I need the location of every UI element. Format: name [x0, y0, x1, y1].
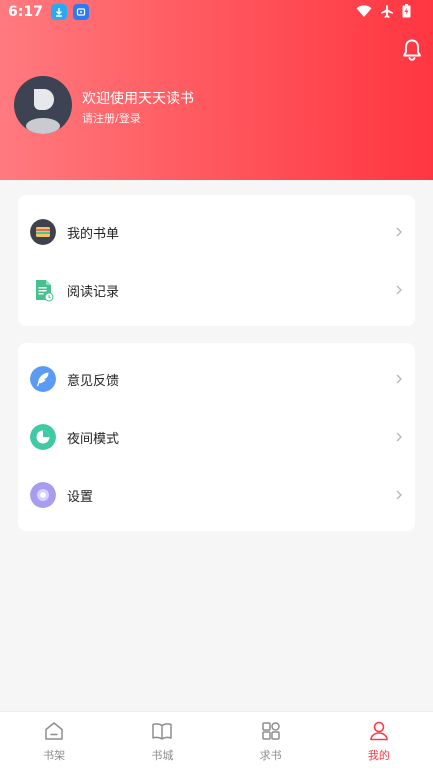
tab-label: 书城: [151, 749, 174, 762]
menu-item-reading-record[interactable]: 阅读记录: [18, 261, 415, 319]
chevron-right-icon: [396, 374, 402, 384]
chevron-right-icon: [396, 285, 402, 295]
menu-item-settings[interactable]: 设置: [18, 466, 415, 524]
status-time: 6:17: [8, 4, 43, 20]
register-login-link[interactable]: 请注册/登录: [82, 110, 141, 126]
menu-item-label: 夜间模式: [67, 431, 120, 447]
menu-item-label: 设置: [67, 489, 94, 505]
reading-record-icon: [36, 280, 54, 302]
notification-bell-icon[interactable]: [401, 38, 423, 62]
tab-mine[interactable]: 我的: [325, 712, 433, 770]
menu-card-library: 我的书单 阅读记录: [18, 195, 415, 326]
profile-header: 6:17 欢迎使用天天读书 请注册/登录: [0, 0, 433, 180]
menu-item-label: 我的书单: [67, 226, 120, 242]
tab-label: 求书: [259, 749, 282, 762]
download-notification-icon: [50, 4, 67, 20]
tab-bookstore[interactable]: 书城: [108, 712, 216, 770]
tab-label: 我的: [367, 749, 390, 762]
app-notification-icon: [72, 4, 89, 20]
menu-item-label: 意见反馈: [67, 373, 120, 389]
battery-charging-icon: [402, 4, 411, 18]
tab-label: 书架: [43, 749, 66, 762]
chevron-right-icon: [396, 432, 402, 442]
menu-item-label: 阅读记录: [67, 284, 120, 300]
settings-icon: [30, 482, 56, 508]
chevron-right-icon: [396, 490, 402, 500]
menu-item-booklist[interactable]: 我的书单: [18, 203, 415, 261]
profile-icon: [370, 721, 388, 741]
bottom-tab-bar: 书架 书城 求书 我的: [0, 711, 433, 770]
status-bar: 6:17: [0, 0, 433, 24]
bookshelf-icon: [45, 722, 63, 740]
menu-card-settings: 意见反馈 夜间模式 设置: [18, 343, 415, 531]
menu-item-feedback[interactable]: 意见反馈: [18, 350, 415, 408]
welcome-text: 欢迎使用天天读书: [82, 91, 194, 107]
chevron-right-icon: [396, 227, 402, 237]
airplane-mode-icon: [381, 5, 393, 18]
request-book-icon: [261, 722, 280, 740]
feedback-icon: [30, 366, 56, 392]
tab-request-book[interactable]: 求书: [217, 712, 325, 770]
avatar[interactable]: [14, 76, 72, 134]
default-avatar-icon: [26, 89, 60, 134]
wifi-icon: [356, 5, 372, 17]
tab-bookshelf[interactable]: 书架: [0, 712, 108, 770]
bookstore-icon: [152, 723, 173, 740]
booklist-icon: [30, 219, 56, 245]
night-mode-icon: [30, 424, 56, 450]
menu-item-night-mode[interactable]: 夜间模式: [18, 408, 415, 466]
